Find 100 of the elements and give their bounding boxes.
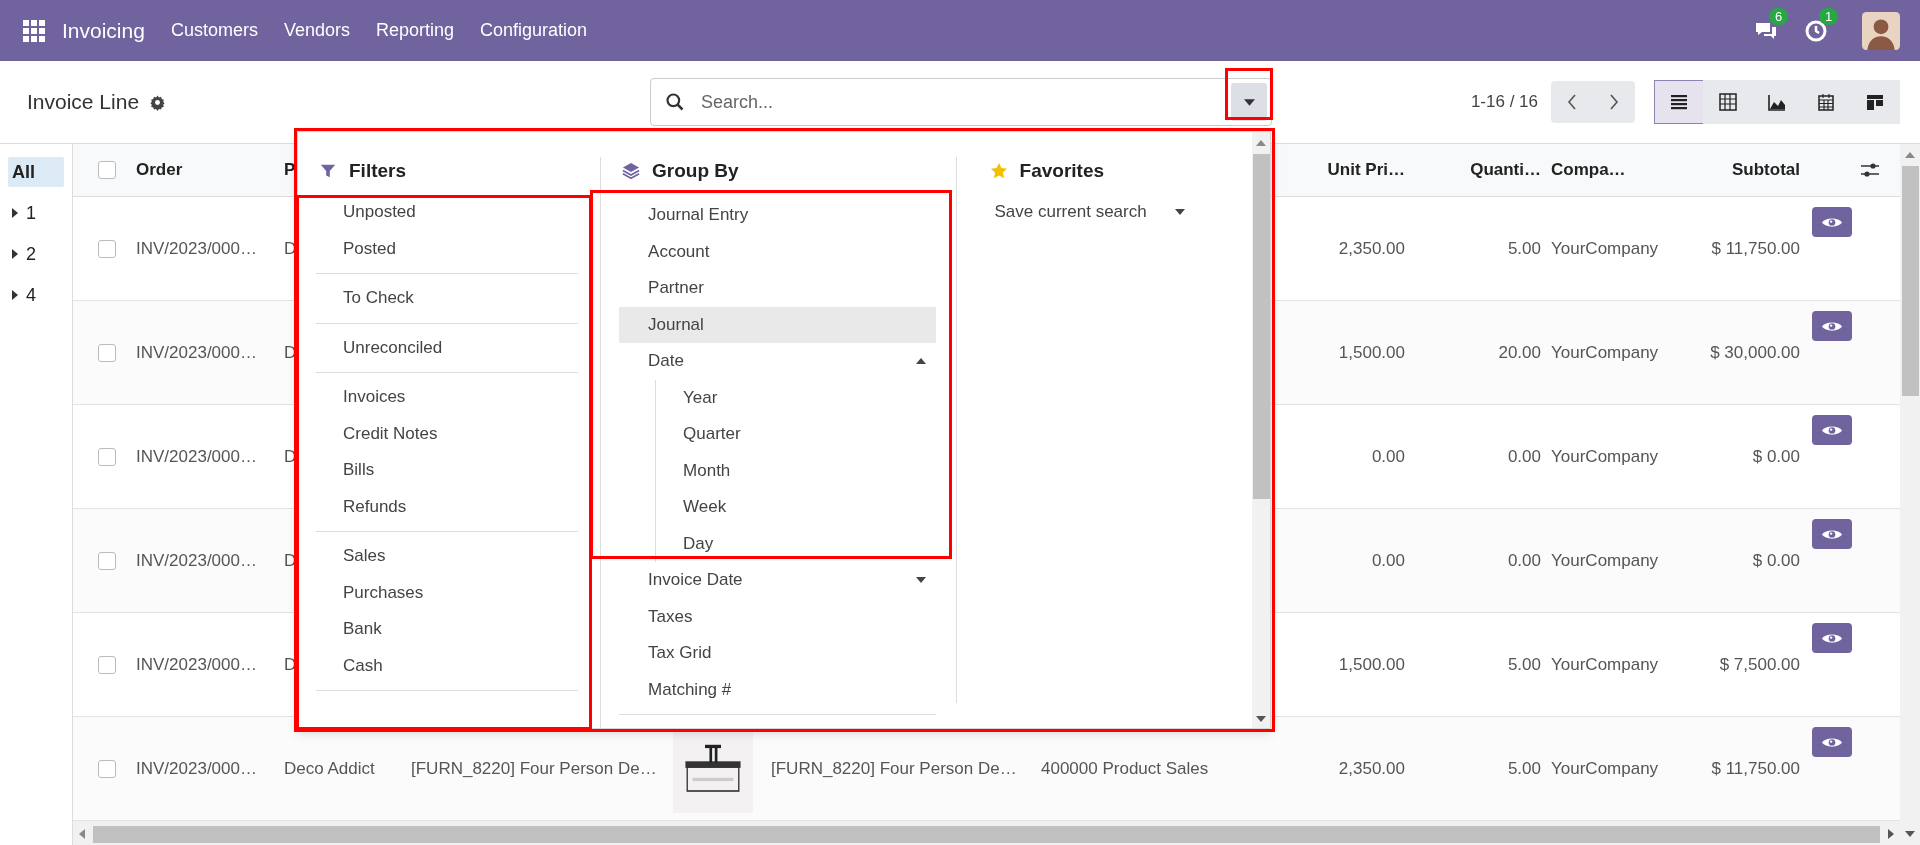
app-name[interactable]: Invoicing <box>62 18 145 43</box>
eye-icon <box>1821 423 1843 437</box>
caret-icon <box>1243 98 1255 106</box>
view-button[interactable] <box>1812 727 1852 757</box>
group-by-option[interactable]: Journal <box>619 306 936 343</box>
group-by-option[interactable]: Matching # <box>619 671 936 708</box>
sidebar-item[interactable]: 4 <box>8 280 64 310</box>
table-cell: Deco Addict <box>284 758 375 779</box>
view-button[interactable] <box>1812 415 1852 445</box>
scroll-down-arrow-icon[interactable] <box>1256 716 1267 722</box>
table-cell: 5.00 <box>1507 758 1541 779</box>
vertical-scrollbar[interactable] <box>1900 144 1920 845</box>
group-by-option[interactable]: Taxes <box>619 598 936 635</box>
table-cell: $ 11,750.00 <box>1711 238 1800 259</box>
pivot-view-button[interactable] <box>1703 80 1753 124</box>
kanban-view-button[interactable] <box>1850 80 1900 124</box>
table-cell: $ 0.00 <box>1752 446 1800 467</box>
horizontal-scrollbar[interactable] <box>73 821 1900 845</box>
view-button[interactable] <box>1812 623 1852 653</box>
table-cell: 1,500.00 <box>1338 342 1405 363</box>
optional-columns-icon[interactable] <box>1860 160 1880 180</box>
pager-value[interactable]: 1-16 / 16 <box>1470 92 1538 112</box>
menu-item[interactable]: Customers <box>170 20 258 41</box>
row-checkbox[interactable] <box>97 343 116 362</box>
date-interval-option[interactable]: Quarter <box>656 416 936 453</box>
group-by-option[interactable]: Date <box>619 343 936 380</box>
row-checkbox[interactable] <box>97 655 116 674</box>
filter-option[interactable]: Unreconciled <box>316 329 579 366</box>
scroll-down-arrow-icon[interactable] <box>1905 831 1915 837</box>
filter-option[interactable]: Unposted <box>316 194 579 231</box>
row-checkbox[interactable] <box>97 551 116 570</box>
table-cell: INV/2023/000… <box>136 550 257 571</box>
sidebar-item[interactable]: All <box>8 157 64 187</box>
date-interval-option[interactable]: Year <box>656 379 936 416</box>
filter-icon <box>319 162 337 180</box>
list-view-button[interactable] <box>1654 80 1704 124</box>
group-by-heading: Group By <box>652 160 739 182</box>
column-header[interactable]: Order <box>136 160 183 180</box>
filter-option[interactable]: Posted <box>316 230 579 267</box>
filter-option[interactable]: Bills <box>316 452 579 489</box>
filter-option[interactable]: To Check <box>316 280 579 317</box>
apps-menu-icon[interactable] <box>22 18 46 43</box>
filter-option[interactable]: Sales <box>316 538 579 575</box>
table-cell: 1,500.00 <box>1338 654 1405 675</box>
table-cell: 0.00 <box>1507 550 1541 571</box>
user-avatar[interactable] <box>1862 11 1900 50</box>
filter-option[interactable]: Purchases <box>316 574 579 611</box>
group-by-option[interactable]: Tax Grid <box>619 635 936 672</box>
column-header[interactable]: Quanti… <box>1470 160 1541 180</box>
table-cell: 0.00 <box>1371 550 1405 571</box>
settings-icon[interactable] <box>149 93 167 111</box>
search-bar[interactable]: Search... <box>650 78 1272 126</box>
sidebar-item[interactable]: 2 <box>8 239 64 269</box>
date-interval-option[interactable]: Month <box>656 452 936 489</box>
group-by-option[interactable]: Invoice Date <box>619 562 936 599</box>
filter-option[interactable]: Invoices <box>316 379 579 416</box>
scroll-up-arrow-icon[interactable] <box>1905 152 1915 158</box>
row-checkbox[interactable] <box>97 759 116 778</box>
table-cell: INV/2023/000… <box>136 238 257 259</box>
table-cell: YourCompany <box>1551 654 1659 675</box>
search-field[interactable]: Search... <box>699 90 1231 114</box>
view-button[interactable] <box>1812 311 1852 341</box>
table-cell: [FURN_8220] Four Person De… <box>771 758 1017 779</box>
group-by-option[interactable]: Journal Entry <box>619 197 936 234</box>
menu-item[interactable]: Configuration <box>480 20 588 41</box>
select-all-checkbox[interactable] <box>97 161 116 179</box>
scroll-up-arrow-icon[interactable] <box>1256 140 1267 146</box>
clock-icon[interactable] <box>1804 18 1828 43</box>
group-by-option[interactable]: Account <box>619 233 936 270</box>
table-icon <box>1718 92 1738 112</box>
filter-option[interactable]: Credit Notes <box>316 415 579 452</box>
column-header[interactable]: Subtotal <box>1732 160 1800 180</box>
menu-item[interactable]: Reporting <box>376 20 455 41</box>
column-header[interactable]: Unit Pri… <box>1327 160 1405 180</box>
column-header[interactable]: Compa… <box>1551 160 1626 180</box>
table-cell: YourCompany <box>1551 238 1659 259</box>
panel-scrollbar[interactable] <box>1252 132 1270 728</box>
group-by-option[interactable]: Partner <box>619 270 936 307</box>
eye-icon <box>1821 527 1843 541</box>
row-checkbox[interactable] <box>97 239 116 258</box>
date-interval-option[interactable]: Day <box>656 525 936 562</box>
chevron-right-icon <box>1609 94 1619 110</box>
row-checkbox[interactable] <box>97 447 116 466</box>
scroll-right-arrow-icon[interactable] <box>1888 829 1894 839</box>
filter-option[interactable]: Bank <box>316 611 579 648</box>
column-header[interactable]: P <box>284 160 296 180</box>
scroll-left-arrow-icon[interactable] <box>79 829 85 839</box>
menu-item[interactable]: Vendors <box>283 20 350 41</box>
filter-option[interactable]: Refunds <box>316 488 579 525</box>
table-cell: $ 0.00 <box>1752 550 1800 571</box>
filter-option[interactable]: Cash <box>316 647 579 684</box>
chevron-left-icon <box>1567 94 1577 110</box>
date-interval-option[interactable]: Week <box>656 489 936 526</box>
table-cell: 2,350.00 <box>1338 238 1405 259</box>
table-cell: 5.00 <box>1507 238 1541 259</box>
sidebar-item[interactable]: 1 <box>8 198 64 228</box>
view-button[interactable] <box>1812 519 1852 549</box>
table-cell: 20.00 <box>1498 342 1541 363</box>
view-button[interactable] <box>1812 207 1852 237</box>
save-search-option[interactable]: Save current search <box>986 194 1185 231</box>
